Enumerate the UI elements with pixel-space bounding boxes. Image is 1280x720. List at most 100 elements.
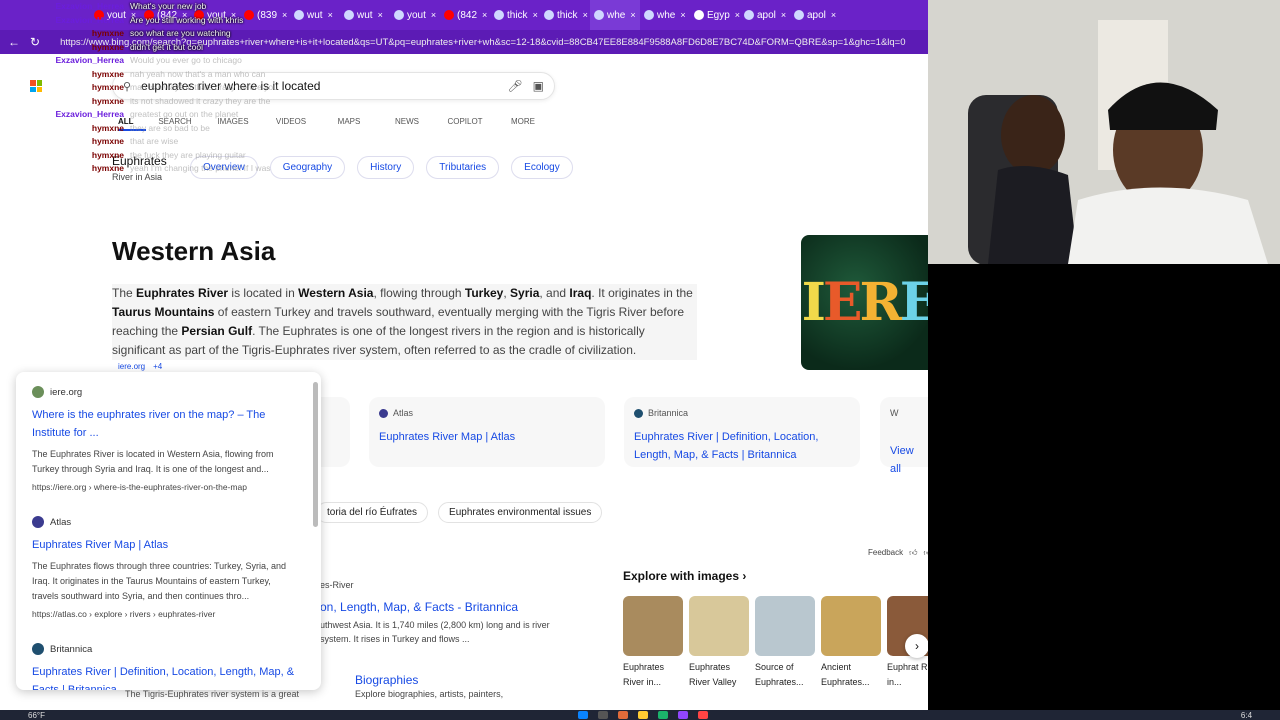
chevron-right-icon: › xyxy=(742,569,747,583)
tab-favicon-icon xyxy=(744,10,754,20)
related-chip[interactable]: toria del río Éufrates xyxy=(316,502,429,523)
browser-tab[interactable]: yout × xyxy=(390,0,440,30)
thumbs-up-icon[interactable]: 👍︎ xyxy=(909,548,917,558)
browser-tab[interactable]: whe × xyxy=(640,0,690,30)
image-caption: Source of Euphrates... xyxy=(755,662,804,687)
popup-item[interactable]: iere.org Where is the euphrates river on… xyxy=(32,386,297,492)
tab-favicon-icon xyxy=(544,10,554,20)
tab-label: whe xyxy=(657,9,676,21)
chat-text: that are wise xyxy=(130,136,179,146)
close-tab-icon[interactable]: × xyxy=(482,10,487,20)
close-tab-icon[interactable]: × xyxy=(328,10,333,20)
microphone-icon[interactable]: 🎤︎ xyxy=(507,79,522,93)
chat-username: hymxne xyxy=(91,163,124,173)
feedback[interactable]: Feedback 👍︎ 👎︎ xyxy=(868,548,932,558)
tab-label: thick xyxy=(507,9,528,21)
browser-tab[interactable]: wut × xyxy=(340,0,390,30)
close-tab-icon[interactable]: × xyxy=(781,10,786,20)
tab-favicon-icon xyxy=(444,10,454,20)
site-favicon-icon xyxy=(32,516,44,528)
browser-icon[interactable] xyxy=(657,711,668,719)
carousel-next-button[interactable]: › xyxy=(905,634,929,658)
biographies-link[interactable]: Biographies xyxy=(355,673,418,687)
search-icon[interactable] xyxy=(597,711,608,719)
citation-more[interactable]: +4 xyxy=(153,362,162,371)
visual-search-icon[interactable]: ▣ xyxy=(533,79,544,93)
scope-tab-copilot[interactable]: COPILOT xyxy=(436,114,494,131)
microsoft-logo-icon[interactable] xyxy=(30,80,42,92)
close-tab-icon[interactable]: × xyxy=(583,10,588,20)
result-snippet: The Tigris-Euphrates river system is a g… xyxy=(125,689,300,699)
chat-message: hymxne man is always lit thats crazy befo… xyxy=(46,81,296,95)
related-chip[interactable]: Euphrates environmental issues xyxy=(438,502,603,523)
image-tile[interactable]: Ancient Euphrates... xyxy=(821,596,881,690)
citation-popup[interactable]: iere.org Where is the euphrates river on… xyxy=(16,372,321,690)
site-favicon-icon xyxy=(32,643,44,655)
chat-username: hymxne xyxy=(91,28,124,38)
close-tab-icon[interactable]: × xyxy=(680,10,685,20)
popup-scrollbar[interactable] xyxy=(313,382,318,527)
close-tab-icon[interactable]: × xyxy=(630,10,635,20)
chat-username: hymxne xyxy=(91,41,124,52)
chat-username: Exzavion_Herrea xyxy=(55,109,124,119)
popup-item[interactable]: Atlas Euphrates River Map | Atlas The Eu… xyxy=(32,516,297,619)
entity-tab-ecology[interactable]: Ecology xyxy=(511,156,573,179)
app-icon[interactable] xyxy=(697,711,708,719)
image-tile[interactable]: Source of Euphrates... xyxy=(755,596,815,690)
image-thumbnail xyxy=(821,596,881,656)
tab-favicon-icon xyxy=(394,10,404,20)
scope-tab-news[interactable]: NEWS xyxy=(378,114,436,131)
browser-tab[interactable]: (842 × xyxy=(440,0,490,30)
browser-tab[interactable]: apol × xyxy=(790,0,840,30)
chat-username: hymxne xyxy=(91,68,124,79)
start-icon[interactable] xyxy=(577,711,588,719)
biographies-subtitle: Explore biographies, artists, painters, xyxy=(355,689,504,699)
tab-label: wut xyxy=(307,9,323,21)
back-icon[interactable]: ← xyxy=(8,35,20,49)
image-tile[interactable]: Euphrates River in... xyxy=(623,596,683,690)
tab-label: (842 xyxy=(457,9,478,21)
black-area xyxy=(928,264,1280,720)
atlas-icon xyxy=(379,408,388,418)
scope-tab-maps[interactable]: MAPS xyxy=(320,114,378,131)
folder-icon[interactable] xyxy=(637,711,648,719)
chat-message: Exzavion_Herrea Would you ever go to chic… xyxy=(46,54,296,68)
close-tab-icon[interactable]: × xyxy=(378,10,383,20)
image-tile[interactable]: Euphrates River Valley xyxy=(689,596,749,690)
weather-text[interactable]: 66°F xyxy=(28,711,45,720)
webcam-image xyxy=(928,0,1280,264)
browser-tab[interactable]: thick × xyxy=(540,0,590,30)
source-card-atlas[interactable]: Atlas Euphrates River Map | Atlas xyxy=(369,397,605,467)
webcam-feed xyxy=(928,0,1280,264)
source-card-britannica[interactable]: Britannica Euphrates River | Definition,… xyxy=(624,397,860,467)
close-tab-icon[interactable]: × xyxy=(831,10,836,20)
entity-tab-tributaries[interactable]: Tributaries xyxy=(426,156,500,179)
chat-username: hymxne xyxy=(91,95,124,106)
image-thumbnail xyxy=(689,596,749,656)
refresh-icon[interactable]: ↻ xyxy=(30,35,40,49)
scope-tab-more[interactable]: MORE xyxy=(494,114,552,131)
close-tab-icon[interactable]: × xyxy=(533,10,538,20)
chat-message: hymxne the fuck they are playing guitar xyxy=(46,149,296,163)
browser-tab[interactable]: apol × xyxy=(740,0,790,30)
tab-label: thick xyxy=(557,9,578,21)
tab-favicon-icon xyxy=(794,10,804,20)
twitch-icon[interactable] xyxy=(677,711,688,719)
result-title[interactable]: on, Length, Map, & Facts - Britannica xyxy=(320,600,518,614)
tab-favicon-icon xyxy=(344,10,354,20)
explore-images-heading[interactable]: Explore with images › xyxy=(623,569,746,583)
browser-tab[interactable]: Egyp × xyxy=(690,0,740,30)
britannica-icon xyxy=(634,408,643,418)
entity-tab-history[interactable]: History xyxy=(357,156,415,179)
related-searches: toria del río Éufrates Euphrates environ… xyxy=(316,502,603,523)
app-icon[interactable] xyxy=(617,711,628,719)
citation-chip[interactable]: iere.org xyxy=(118,362,145,371)
chat-text: soo what are you watching xyxy=(130,28,231,38)
browser-tab[interactable]: thick × xyxy=(490,0,540,30)
close-tab-icon[interactable]: × xyxy=(431,10,436,20)
popup-item[interactable]: Britannica Euphrates River | Definition,… xyxy=(32,643,297,690)
answer-thumbnail[interactable]: IERE xyxy=(801,235,937,370)
browser-tab[interactable]: whe × xyxy=(590,0,640,30)
chat-text: What's your new job xyxy=(130,1,207,11)
browser-tab[interactable]: wut × xyxy=(290,0,340,30)
